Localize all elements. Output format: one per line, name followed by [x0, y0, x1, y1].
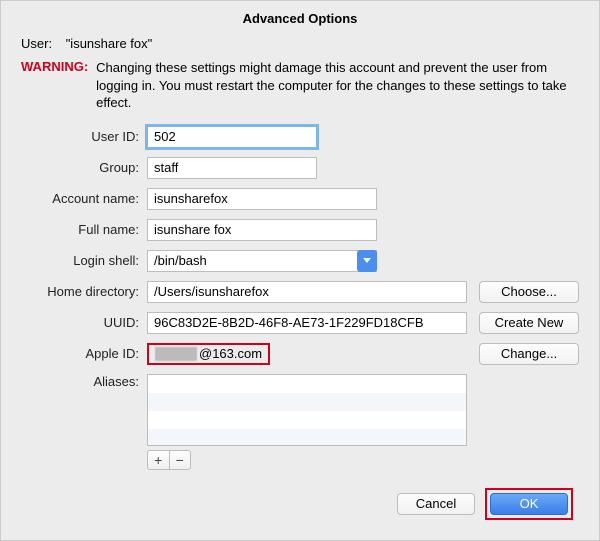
create-new-button[interactable]: Create New — [479, 312, 579, 334]
account-name-label: Account name: — [21, 191, 139, 206]
remove-alias-button[interactable]: − — [169, 451, 191, 469]
user-value: "isunshare fox" — [66, 36, 153, 51]
uuid-label: UUID: — [21, 315, 139, 330]
group-input[interactable] — [147, 157, 317, 179]
full-name-label: Full name: — [21, 222, 139, 237]
list-item — [148, 411, 466, 429]
login-shell-value: /bin/bash — [148, 253, 357, 268]
list-item — [148, 393, 466, 411]
login-shell-select[interactable]: /bin/bash — [147, 250, 377, 272]
user-label: User: — [21, 36, 52, 51]
apple-id-value-box: @163.com — [147, 343, 270, 365]
full-name-input[interactable] — [147, 219, 377, 241]
list-item — [148, 429, 466, 446]
cancel-button[interactable]: Cancel — [397, 493, 475, 515]
apple-id-label: Apple ID: — [21, 346, 139, 361]
user-id-label: User ID: — [21, 129, 139, 144]
aliases-label: Aliases: — [21, 374, 139, 389]
login-shell-label: Login shell: — [21, 253, 139, 268]
warning-text: Changing these settings might damage thi… — [96, 59, 579, 112]
user-id-input[interactable] — [147, 126, 317, 148]
change-button[interactable]: Change... — [479, 343, 579, 365]
home-directory-label: Home directory: — [21, 284, 139, 299]
apple-id-masked — [155, 347, 197, 361]
dialog-title: Advanced Options — [1, 1, 599, 30]
account-name-input[interactable] — [147, 188, 377, 210]
minus-icon: − — [176, 453, 184, 467]
add-alias-button[interactable]: + — [148, 451, 169, 469]
uuid-input[interactable] — [147, 312, 467, 334]
ok-button[interactable]: OK — [490, 493, 568, 515]
choose-button[interactable]: Choose... — [479, 281, 579, 303]
list-item — [148, 375, 466, 393]
plus-icon: + — [154, 453, 162, 467]
home-directory-input[interactable] — [147, 281, 467, 303]
chevron-down-icon — [363, 258, 371, 263]
select-dropdown-button[interactable] — [357, 250, 377, 272]
group-label: Group: — [21, 160, 139, 175]
aliases-listbox[interactable] — [147, 374, 467, 446]
warning-label: WARNING: — [21, 59, 88, 112]
apple-id-suffix: @163.com — [199, 346, 262, 361]
ok-highlight-box: OK — [485, 488, 573, 520]
